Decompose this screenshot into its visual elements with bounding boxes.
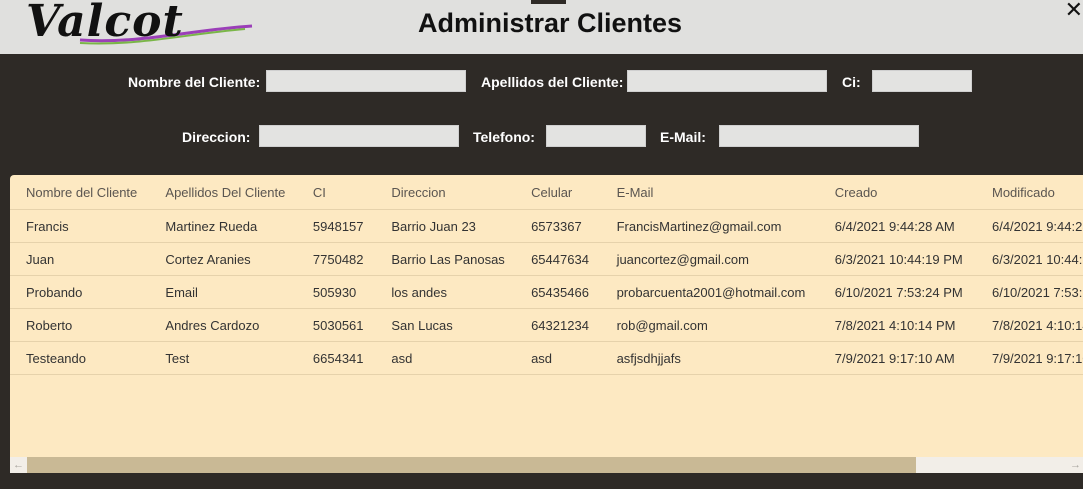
scroll-right-arrow-icon[interactable]: →	[1070, 457, 1081, 473]
close-button[interactable]: ✕	[1065, 0, 1083, 23]
table-row[interactable]: Roberto Andres Cardozo 5030561 San Lucas…	[10, 308, 1083, 342]
cell-creado: 6/3/2021 10:44:19 PM	[834, 242, 992, 276]
cell-apellidos: Andres Cardozo	[165, 308, 313, 342]
table-header-row: Nombre del Cliente Apellidos Del Cliente…	[10, 175, 1083, 210]
clients-table-panel: Nombre del Cliente Apellidos Del Cliente…	[10, 175, 1083, 473]
table-row[interactable]: Testeando Test 6654341 asd asd asfjsdhjj…	[10, 341, 1083, 375]
cell-email: probarcuenta2001@hotmail.com	[616, 275, 835, 309]
cell-nombre: Francis	[10, 209, 166, 243]
cell-ci: 7750482	[312, 242, 392, 276]
apellidos-label: Apellidos del Cliente:	[481, 74, 624, 90]
nombre-input[interactable]	[266, 70, 466, 92]
cell-email: asfjsdhjjafs	[616, 341, 835, 375]
cell-celular: 65447634	[531, 242, 617, 276]
cell-ci: 6654341	[312, 341, 392, 375]
ci-label: Ci:	[842, 74, 861, 90]
cell-apellidos: Cortez Aranies	[165, 242, 313, 276]
cell-creado: 6/4/2021 9:44:28 AM	[834, 209, 992, 243]
horizontal-scrollbar[interactable]: ← →	[10, 457, 1083, 473]
cell-direccion: Barrio Juan 23	[391, 209, 532, 243]
cell-celular: 6573367	[531, 209, 617, 243]
direccion-label: Direccion:	[182, 129, 251, 145]
column-header[interactable]: Apellidos Del Cliente	[165, 175, 313, 210]
clients-table: Nombre del Cliente Apellidos Del Cliente…	[10, 175, 1083, 375]
cell-modificado: 6/10/2021 7:53:24 PM	[991, 275, 1083, 309]
column-header[interactable]: Modificado	[991, 175, 1083, 210]
header-bar: Valcot Administrar Clientes ✕	[0, 0, 1083, 54]
cell-email: FrancisMartinez@gmail.com	[616, 209, 835, 243]
nombre-label: Nombre del Cliente:	[128, 74, 261, 90]
cell-direccion: San Lucas	[391, 308, 532, 342]
scrollbar-thumb[interactable]	[27, 457, 916, 473]
cell-creado: 7/8/2021 4:10:14 PM	[834, 308, 992, 342]
cell-direccion: asd	[391, 341, 532, 375]
cell-nombre: Roberto	[10, 308, 166, 342]
cell-email: rob@gmail.com	[616, 308, 835, 342]
ci-input[interactable]	[872, 70, 972, 92]
cell-apellidos: Martinez Rueda	[165, 209, 313, 243]
cell-modificado: 7/8/2021 4:10:14 PM	[991, 308, 1083, 342]
cell-modificado: 7/9/2021 9:17:10 AM	[991, 341, 1083, 375]
apellidos-input[interactable]	[627, 70, 827, 92]
cell-ci: 505930	[312, 275, 392, 309]
cell-creado: 6/10/2021 7:53:24 PM	[834, 275, 992, 309]
table-row[interactable]: Francis Martinez Rueda 5948157 Barrio Ju…	[10, 209, 1083, 243]
scroll-left-arrow-icon[interactable]: ←	[13, 457, 24, 473]
cell-creado: 7/9/2021 9:17:10 AM	[834, 341, 992, 375]
telefono-label: Telefono:	[473, 129, 535, 145]
cell-apellidos: Email	[165, 275, 313, 309]
cell-nombre: Probando	[10, 275, 166, 309]
cell-celular: 64321234	[531, 308, 617, 342]
cell-ci: 5948157	[312, 209, 392, 243]
email-label: E-Mail:	[660, 129, 706, 145]
page-title: Administrar Clientes	[417, 8, 683, 38]
cell-ci: 5030561	[312, 308, 392, 342]
column-header[interactable]: CI	[312, 175, 392, 210]
cell-nombre: Testeando	[10, 341, 166, 375]
email-input[interactable]	[719, 125, 919, 147]
column-header[interactable]: Nombre del Cliente	[10, 175, 166, 210]
column-header[interactable]: Direccion	[391, 175, 532, 210]
column-header[interactable]: Celular	[531, 175, 617, 210]
direccion-input[interactable]	[259, 125, 459, 147]
title-notch	[531, 0, 566, 4]
table-row[interactable]: Juan Cortez Aranies 7750482 Barrio Las P…	[10, 242, 1083, 276]
cell-modificado: 6/3/2021 10:44:19 PM	[991, 242, 1083, 276]
table-row[interactable]: Probando Email 505930 los andes 65435466…	[10, 275, 1083, 309]
close-icon[interactable]: ✕	[1065, 0, 1083, 23]
cell-celular: 65435466	[531, 275, 617, 309]
cell-nombre: Juan	[10, 242, 166, 276]
cell-email: juancortez@gmail.com	[616, 242, 835, 276]
column-header[interactable]: E-Mail	[616, 175, 835, 210]
cell-celular: asd	[531, 341, 617, 375]
cell-direccion: Barrio Las Panosas	[391, 242, 532, 276]
cell-direccion: los andes	[391, 275, 532, 309]
column-header[interactable]: Creado	[834, 175, 992, 210]
cell-modificado: 6/4/2021 9:44:28 AM	[991, 209, 1083, 243]
telefono-input[interactable]	[546, 125, 646, 147]
cell-apellidos: Test	[165, 341, 313, 375]
